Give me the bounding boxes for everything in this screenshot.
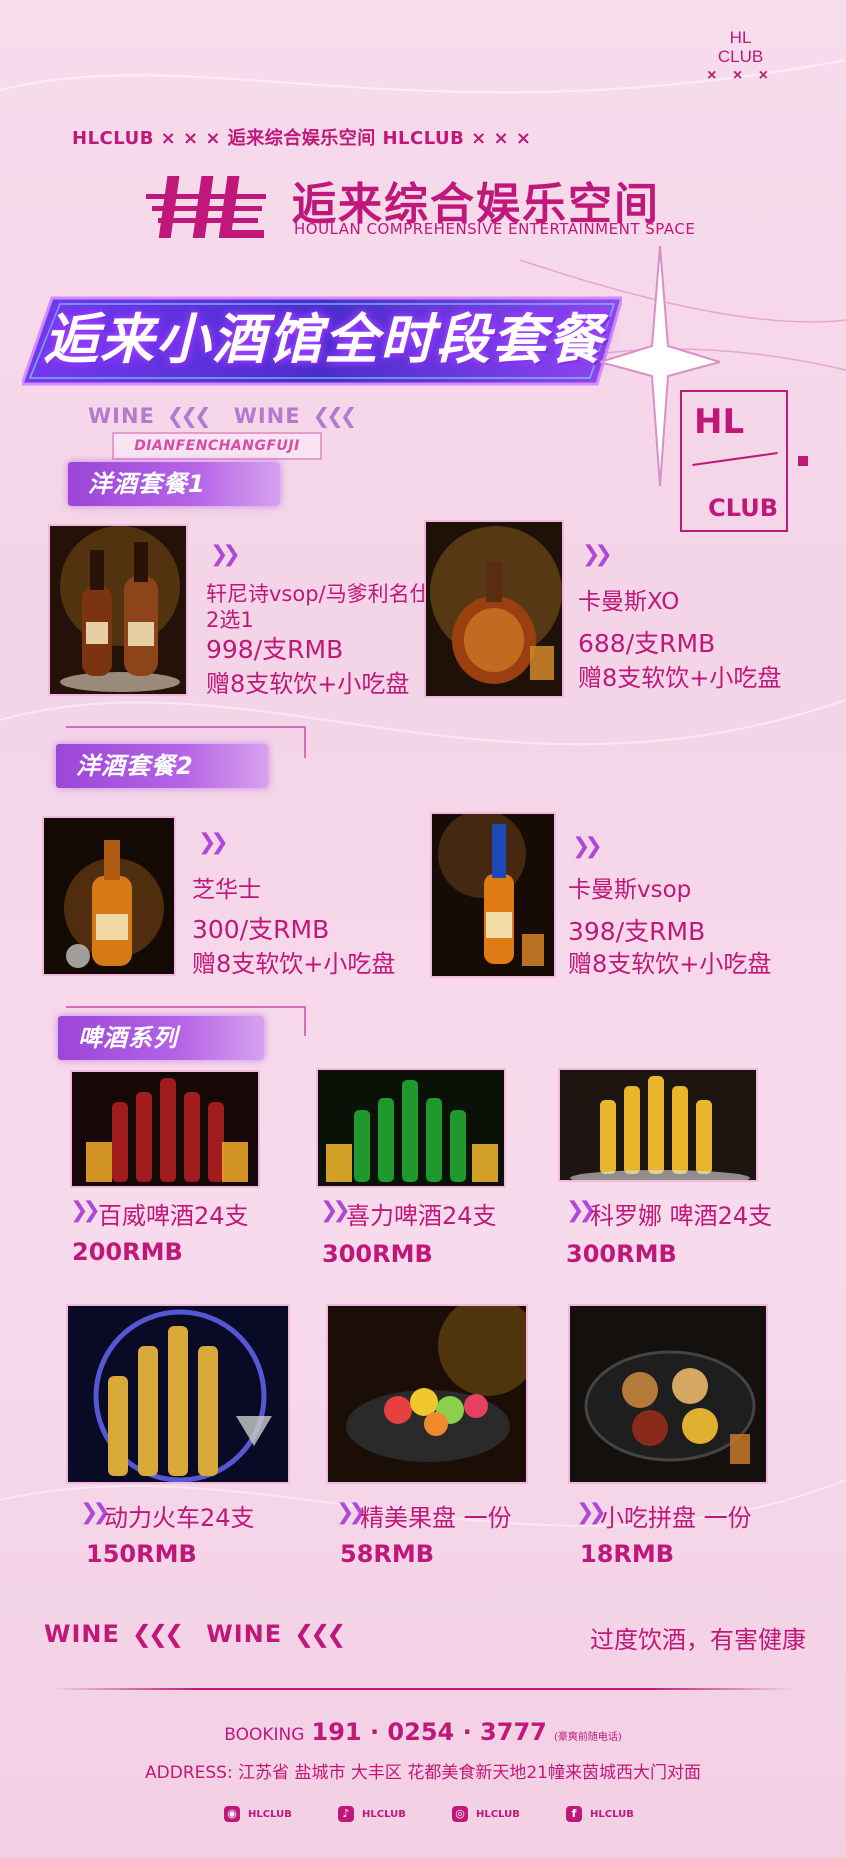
product-image-camus-xo <box>424 520 564 698</box>
booking-label: BOOKING <box>224 1725 305 1745</box>
beer-price: 150RMB <box>86 1540 197 1568</box>
item-gift: 赠8支软饮+小吃盘 <box>192 950 396 978</box>
corner-logo: HL CLUB × × × <box>707 28 774 85</box>
product-image-power-train <box>66 1304 290 1484</box>
booking-phone[interactable]: 191 · 0254 · 3777 <box>312 1718 547 1746</box>
beer-name: 动力火车24支 <box>104 1504 255 1532</box>
chevron-right-icon: ❯❯ <box>576 1500 607 1525</box>
chevron-right-icon: ❯❯ <box>210 542 241 567</box>
chevron-right-icon: ❯❯ <box>582 542 613 567</box>
wine-arrows: ❮❮❮ <box>312 404 358 428</box>
product-image-hennessy <box>48 524 188 696</box>
item-name: 卡曼斯XO <box>578 589 680 615</box>
dian-tag: DIANFENCHANGFUJI <box>112 432 322 460</box>
item-price: 688/支RMB <box>578 629 716 658</box>
item-price: 300/支RMB <box>192 915 330 944</box>
chevron-right-icon: ❯❯ <box>320 1198 351 1223</box>
header-top-line: HLCLUB × × × 逅来综合娱乐空间 HLCLUB × × × <box>72 128 532 149</box>
booking-line: BOOKING 191 · 0254 · 3777 (豪爽前随电话) <box>0 1718 846 1746</box>
beer-name: 科罗娜 啤酒24支 <box>590 1202 773 1230</box>
beer-price: 58RMB <box>340 1540 435 1568</box>
chevron-right-icon: ❯❯ <box>80 1500 111 1525</box>
hl-box-bottom: CLUB <box>708 494 778 522</box>
social-facebook[interactable]: f HLCLUB <box>566 1806 634 1822</box>
beer-name: 百威啤酒24支 <box>98 1202 249 1230</box>
social-label: HLCLUB <box>362 1808 406 1820</box>
product-image-chivas <box>42 816 176 976</box>
hl-logo-icon <box>146 176 266 238</box>
social-douyin[interactable]: ♪ HLCLUB <box>338 1806 406 1822</box>
chevron-right-icon: ❯❯ <box>198 830 229 855</box>
wine-arrows: ❮❮❮ <box>166 404 212 428</box>
product-image-corona <box>558 1068 758 1182</box>
douyin-icon: ♪ <box>338 1806 354 1822</box>
product-image-snack-platter <box>568 1304 768 1484</box>
item-gift: 赠8支软饮+小吃盘 <box>206 670 410 698</box>
health-warning: 过度饮酒，有害健康 <box>590 1626 806 1654</box>
item-price: 998/支RMB <box>206 635 344 664</box>
wechat-icon: ◉ <box>224 1806 240 1822</box>
product-image-heineken <box>316 1068 506 1188</box>
item-name: 芝华士 <box>192 877 261 903</box>
social-label: HLCLUB <box>590 1808 634 1820</box>
wine-row-top: WINE ❮❮❮ WINE ❮❮❮ <box>88 404 379 428</box>
wine-arrows: ❮❮❮ <box>294 1620 346 1648</box>
chevron-right-icon: ❯❯ <box>70 1198 101 1223</box>
section-title-beer: 啤酒系列 <box>58 1016 264 1060</box>
product-image-fruit-platter <box>326 1304 528 1484</box>
hero-title: 逅来小酒馆全时段套餐 <box>44 308 604 371</box>
beer-price: 300RMB <box>566 1240 677 1268</box>
section-title-set2: 洋酒套餐2 <box>56 744 268 788</box>
square-dot <box>798 456 808 466</box>
wine-arrows: ❮❮❮ <box>131 1620 184 1648</box>
product-image-camus-vsop <box>430 812 556 978</box>
hl-club-box: HL CLUB <box>680 390 788 532</box>
beer-name: 精美果盘 一份 <box>360 1504 512 1532</box>
social-instagram[interactable]: ◎ HLCLUB <box>452 1806 520 1822</box>
item-gift: 赠8支软饮+小吃盘 <box>568 950 772 978</box>
product-image-budweiser <box>70 1070 260 1188</box>
beer-price: 18RMB <box>580 1540 675 1568</box>
social-wechat[interactable]: ◉ HLCLUB <box>224 1806 292 1822</box>
corner-logo-hl: HL <box>729 28 752 47</box>
beer-price: 200RMB <box>72 1238 183 1266</box>
brand-name-en: HOULAN COMPREHENSIVE ENTERTAINMENT SPACE <box>294 220 696 238</box>
booking-note: (豪爽前随电话) <box>553 1732 622 1743</box>
section-title-set1: 洋酒套餐1 <box>68 462 280 506</box>
wine-word: WINE <box>44 1620 120 1648</box>
chevron-right-icon: ❯❯ <box>336 1500 367 1525</box>
wine-word: WINE <box>206 1620 283 1648</box>
item-gift: 赠8支软饮+小吃盘 <box>578 664 782 692</box>
beer-price: 300RMB <box>322 1240 433 1268</box>
chevron-right-icon: ❯❯ <box>566 1198 597 1223</box>
wine-word: WINE <box>233 404 301 428</box>
social-label: HLCLUB <box>476 1808 520 1820</box>
social-label: HLCLUB <box>248 1808 292 1820</box>
wine-row-bottom: WINE ❮❮❮ WINE ❮❮❮ <box>44 1620 368 1648</box>
brand-bar: 逅来综合娱乐空间 HOULAN COMPREHENSIVE ENTERTAINM… <box>146 168 695 248</box>
wine-word: WINE <box>88 404 155 428</box>
facebook-icon: f <box>566 1806 582 1822</box>
corner-logo-marks: × × × <box>707 67 774 84</box>
item-price: 398/支RMB <box>568 917 706 946</box>
footer-divider <box>50 1688 796 1690</box>
beer-name: 喜力啤酒24支 <box>346 1202 497 1230</box>
corner-logo-club: CLUB <box>717 47 764 66</box>
beer-name: 小吃拼盘 一份 <box>600 1504 752 1532</box>
item-name: 卡曼斯vsop <box>568 877 692 903</box>
hl-box-divider <box>692 452 778 466</box>
instagram-icon: ◎ <box>452 1806 468 1822</box>
address-line: ADDRESS: 江苏省 盐城市 大丰区 花都美食新天地21幢来茵城西大门对面 <box>145 1763 701 1783</box>
chevron-right-icon: ❯❯ <box>572 834 603 859</box>
hl-box-top: HL <box>694 402 745 442</box>
